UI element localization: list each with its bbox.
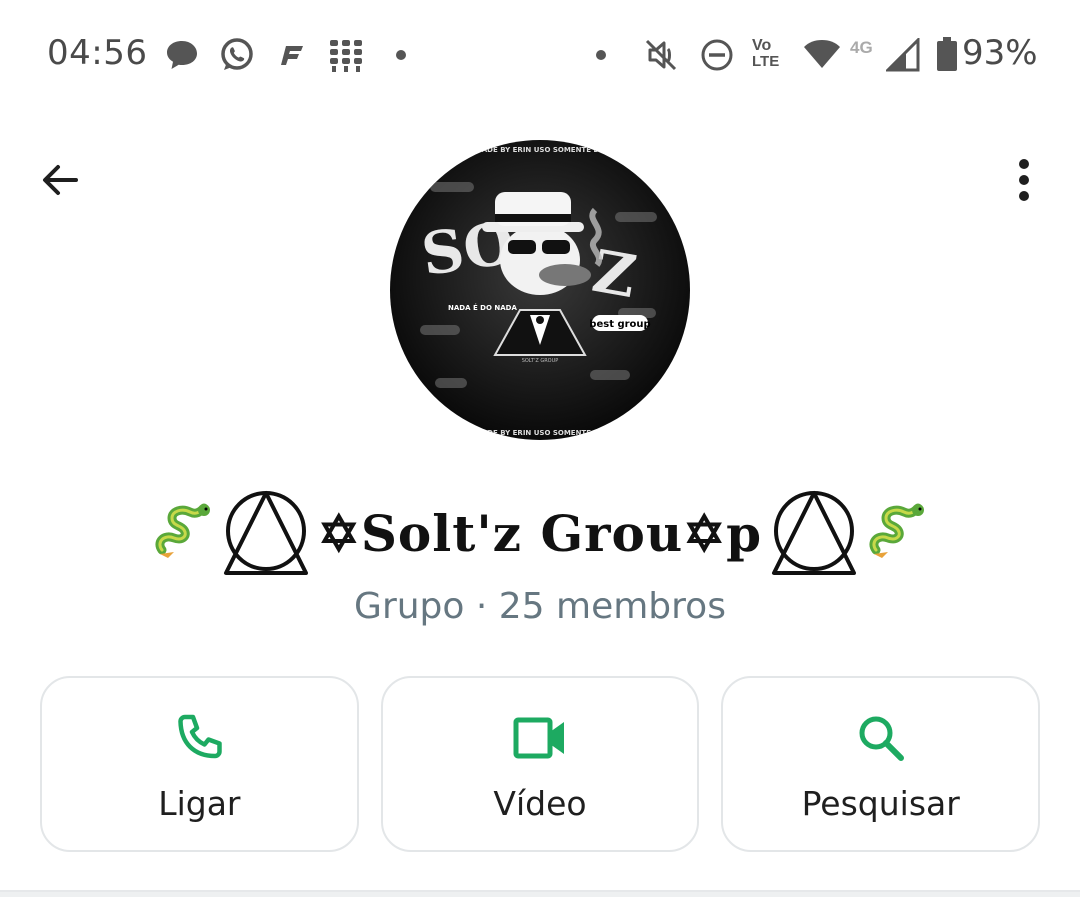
triangle-circle-symbol-icon — [223, 491, 308, 575]
status-dot-right — [596, 50, 606, 60]
volte-icon: Vo LTE — [752, 37, 780, 70]
arrow-left-icon — [43, 165, 78, 195]
status-bar: 04:56 Vo LTE 4G 93% — [0, 0, 1080, 110]
back-button[interactable] — [32, 152, 88, 208]
svg-text:best group: best group — [589, 319, 650, 330]
whatsapp-icon — [221, 38, 253, 70]
ff-icon — [281, 46, 303, 65]
search-icon — [859, 716, 904, 761]
section-divider — [0, 890, 1080, 897]
group-name: ✡Solt'z Grou✡p — [0, 488, 1080, 578]
network-type-label: 4G — [850, 38, 873, 57]
action-buttons: Ligar Vídeo Pesquisar — [40, 676, 1041, 852]
status-dot-left — [396, 50, 406, 60]
call-label: Ligar — [158, 784, 241, 823]
video-camera-icon — [513, 717, 564, 759]
svg-text:MADE BY ERIN USO SOMENTE DO: MADE BY ERIN USO SOMENTE DO — [475, 146, 605, 154]
avatar-image: SO Z MADE BY ERIN USO SOMENTE DO MADE BY… — [390, 140, 690, 440]
chat-bubble-icon — [167, 41, 197, 69]
video-label: Vídeo — [493, 784, 587, 823]
dnd-icon — [701, 39, 733, 71]
group-avatar[interactable]: SO Z MADE BY ERIN USO SOMENTE DO MADE BY… — [390, 140, 690, 440]
search-button[interactable]: Pesquisar — [721, 676, 1041, 852]
group-subtitle: Grupo · 25 membros — [354, 586, 726, 627]
dragon-emoji-icon — [869, 503, 925, 558]
more-options-button[interactable] — [996, 152, 1052, 208]
video-button[interactable]: Vídeo — [380, 676, 700, 852]
more-vertical-icon — [1019, 159, 1029, 201]
mute-icon — [645, 39, 677, 71]
status-time: 04:56 — [47, 33, 148, 73]
svg-text:SOLT'Z GROUP: SOLT'Z GROUP — [522, 358, 559, 364]
grid-app-icon — [330, 40, 362, 72]
battery-icon — [937, 37, 957, 71]
group-name-text: ✡Solt'z Grou✡p — [317, 503, 763, 563]
dragon-emoji-icon — [155, 503, 210, 558]
svg-text:NADA É DO NADA: NADA É DO NADA — [448, 303, 517, 312]
4g-signal-icon — [886, 38, 920, 72]
triangle-circle-symbol-icon — [772, 491, 857, 575]
phone-icon — [178, 714, 223, 759]
call-button[interactable]: Ligar — [40, 676, 359, 852]
battery-percent: 93% — [962, 33, 1038, 73]
svg-text:MADE BY ERIN USO SOMENTE DO: MADE BY ERIN USO SOMENTE DO — [475, 429, 605, 437]
search-label: Pesquisar — [801, 784, 960, 823]
wifi-icon — [804, 40, 840, 68]
